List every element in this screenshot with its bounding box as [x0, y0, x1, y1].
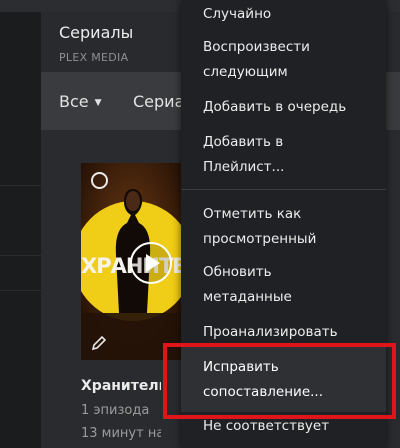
sidebar-divider: [0, 255, 41, 256]
episode-count: 1 эпизода: [81, 403, 150, 418]
left-sidebar-strip: [0, 0, 41, 448]
sidebar-divider: [0, 290, 41, 291]
menu-item-refresh-metadata[interactable]: Обновить метаданные: [203, 260, 323, 310]
pencil-icon[interactable]: [91, 335, 107, 351]
filter-all-label: Все: [59, 92, 89, 111]
library-server-name: PLEX MEDIA: [59, 51, 129, 64]
added-time: 13 минут назад: [81, 426, 161, 441]
menu-item-play-next[interactable]: Воспроизвести следующим: [203, 35, 331, 85]
play-button[interactable]: [130, 242, 172, 284]
menu-item-add-to-queue[interactable]: Добавить в очередь: [203, 95, 346, 120]
show-poster[interactable]: ХРАНИТЕЛИ: [81, 163, 182, 360]
sidebar-divider: [0, 185, 41, 186]
menu-item-shuffle[interactable]: Случайно: [203, 2, 271, 27]
caret-down-icon: ▼: [94, 98, 102, 108]
library-title: Сериалы: [59, 23, 134, 42]
menu-divider: [181, 189, 386, 190]
menu-item-mark-watched[interactable]: Отметить как просмотренный: [203, 202, 353, 252]
menu-item-analyze[interactable]: Проанализировать: [203, 320, 338, 345]
show-title[interactable]: Хранители: [81, 378, 161, 394]
highlight-annotation-box: [163, 343, 396, 419]
select-checkbox[interactable]: [91, 172, 108, 189]
filter-all-dropdown[interactable]: Все ▼: [59, 92, 102, 111]
menu-item-add-to-playlist[interactable]: Добавить в Плейлист...: [203, 130, 303, 180]
